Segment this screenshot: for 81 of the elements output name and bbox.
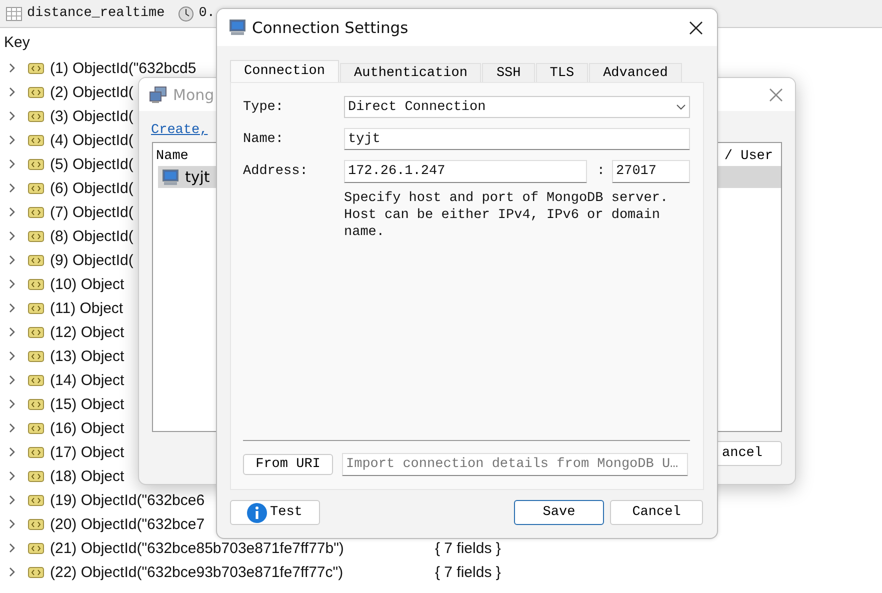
name-field[interactable]: tyjt [344,128,690,150]
document-key: (19) ObjectId("632bce6 [50,492,205,508]
field-label: Type: [243,100,285,114]
document-key: (12) Object [50,324,124,340]
document-key: (22) ObjectId("632bce93b703e871fe7ff77c") [50,564,344,580]
type-dropdown[interactable]: Direct Connection [344,96,690,118]
object-icon [28,86,44,98]
window-title: Connection Settings [252,18,410,36]
document-key: (5) ObjectId( [50,156,134,172]
port-field[interactable]: 27017 [612,160,690,183]
document-key: (9) ObjectId( [50,252,134,268]
document-key: (2) ObjectId( [50,84,134,100]
tab[interactable]: TLS [536,63,588,82]
object-icon [28,494,44,506]
object-icon [28,254,44,266]
field-label: Address: [243,164,309,179]
field-label: Name: [243,132,285,146]
tab[interactable]: SSH [482,63,535,82]
port-separator: : [596,164,605,179]
cancel-button[interactable]: Cancel [610,500,703,525]
close-icon[interactable] [689,20,703,34]
test-button[interactable]: Test [230,500,320,525]
document-key: (7) ObjectId( [50,204,134,220]
tab[interactable]: Connection [230,60,340,82]
document-key: (16) Object [50,420,124,436]
tab[interactable]: Authentication [340,63,482,82]
uri-field[interactable]: Import connection details from MongoDB U… [342,453,688,476]
object-icon [28,206,44,218]
document-value: { 7 fields } [435,540,501,556]
document-key: (4) ObjectId( [50,132,134,148]
create-link[interactable]: Create, [151,123,208,138]
monitor-icon [229,19,246,36]
document-key: (18) Object [50,468,124,484]
query-time: 0. [198,6,215,21]
document-key: (8) ObjectId( [50,228,134,244]
document-key: (11) Object [50,300,124,316]
document-value: { 7 fields } [435,564,501,580]
object-icon [28,470,44,482]
host-field[interactable]: 172.26.1.247 [344,160,587,183]
document-key: (6) ObjectId( [50,180,134,196]
monitor-icon [162,168,179,186]
document-key: (1) ObjectId("632bcd5 [50,60,196,76]
help-text: Specify host and port of MongoDB server. Host can be either IPv4, IPv6 or domain name. [344,190,670,241]
object-icon [28,62,44,74]
from-uri-button[interactable]: From URI [243,454,333,475]
document-key: (20) ObjectId("632bce7 [50,516,205,532]
object-icon [28,302,44,314]
document-key: (13) Object [50,348,124,364]
object-icon [28,350,44,362]
clock-icon [178,6,194,22]
object-icon [28,110,44,122]
object-icon [28,134,44,146]
object-icon [28,374,44,386]
object-icon [28,542,44,554]
table-icon [6,6,22,20]
document-key: (10) Object [50,276,124,292]
object-icon [28,518,44,530]
object-icon [28,230,44,242]
object-icon [28,566,44,578]
object-icon [28,278,44,290]
window-title: Mong [173,86,216,104]
document-key: (21) ObjectId("632bce85b703e871fe7ff77b") [50,540,344,556]
object-icon [28,326,44,338]
object-icon [28,182,44,194]
object-icon [28,446,44,458]
document-key: (14) Object [50,372,124,388]
object-icon [28,398,44,410]
object-icon [28,158,44,170]
chevron-icon [676,104,686,110]
network-icon [149,86,167,104]
info-icon [247,502,267,522]
save-button[interactable]: Save [514,500,604,525]
document-key: (3) ObjectId( [50,108,134,124]
document-key: (17) Object [50,444,124,460]
tab[interactable]: Advanced [589,63,682,82]
collection-name: distance_realtime [27,6,165,21]
object-icon [28,422,44,434]
column-header: Key [4,34,31,50]
column-header: / User [724,149,773,166]
document-key: (15) Object [50,396,124,412]
column-header: Name [156,149,188,166]
